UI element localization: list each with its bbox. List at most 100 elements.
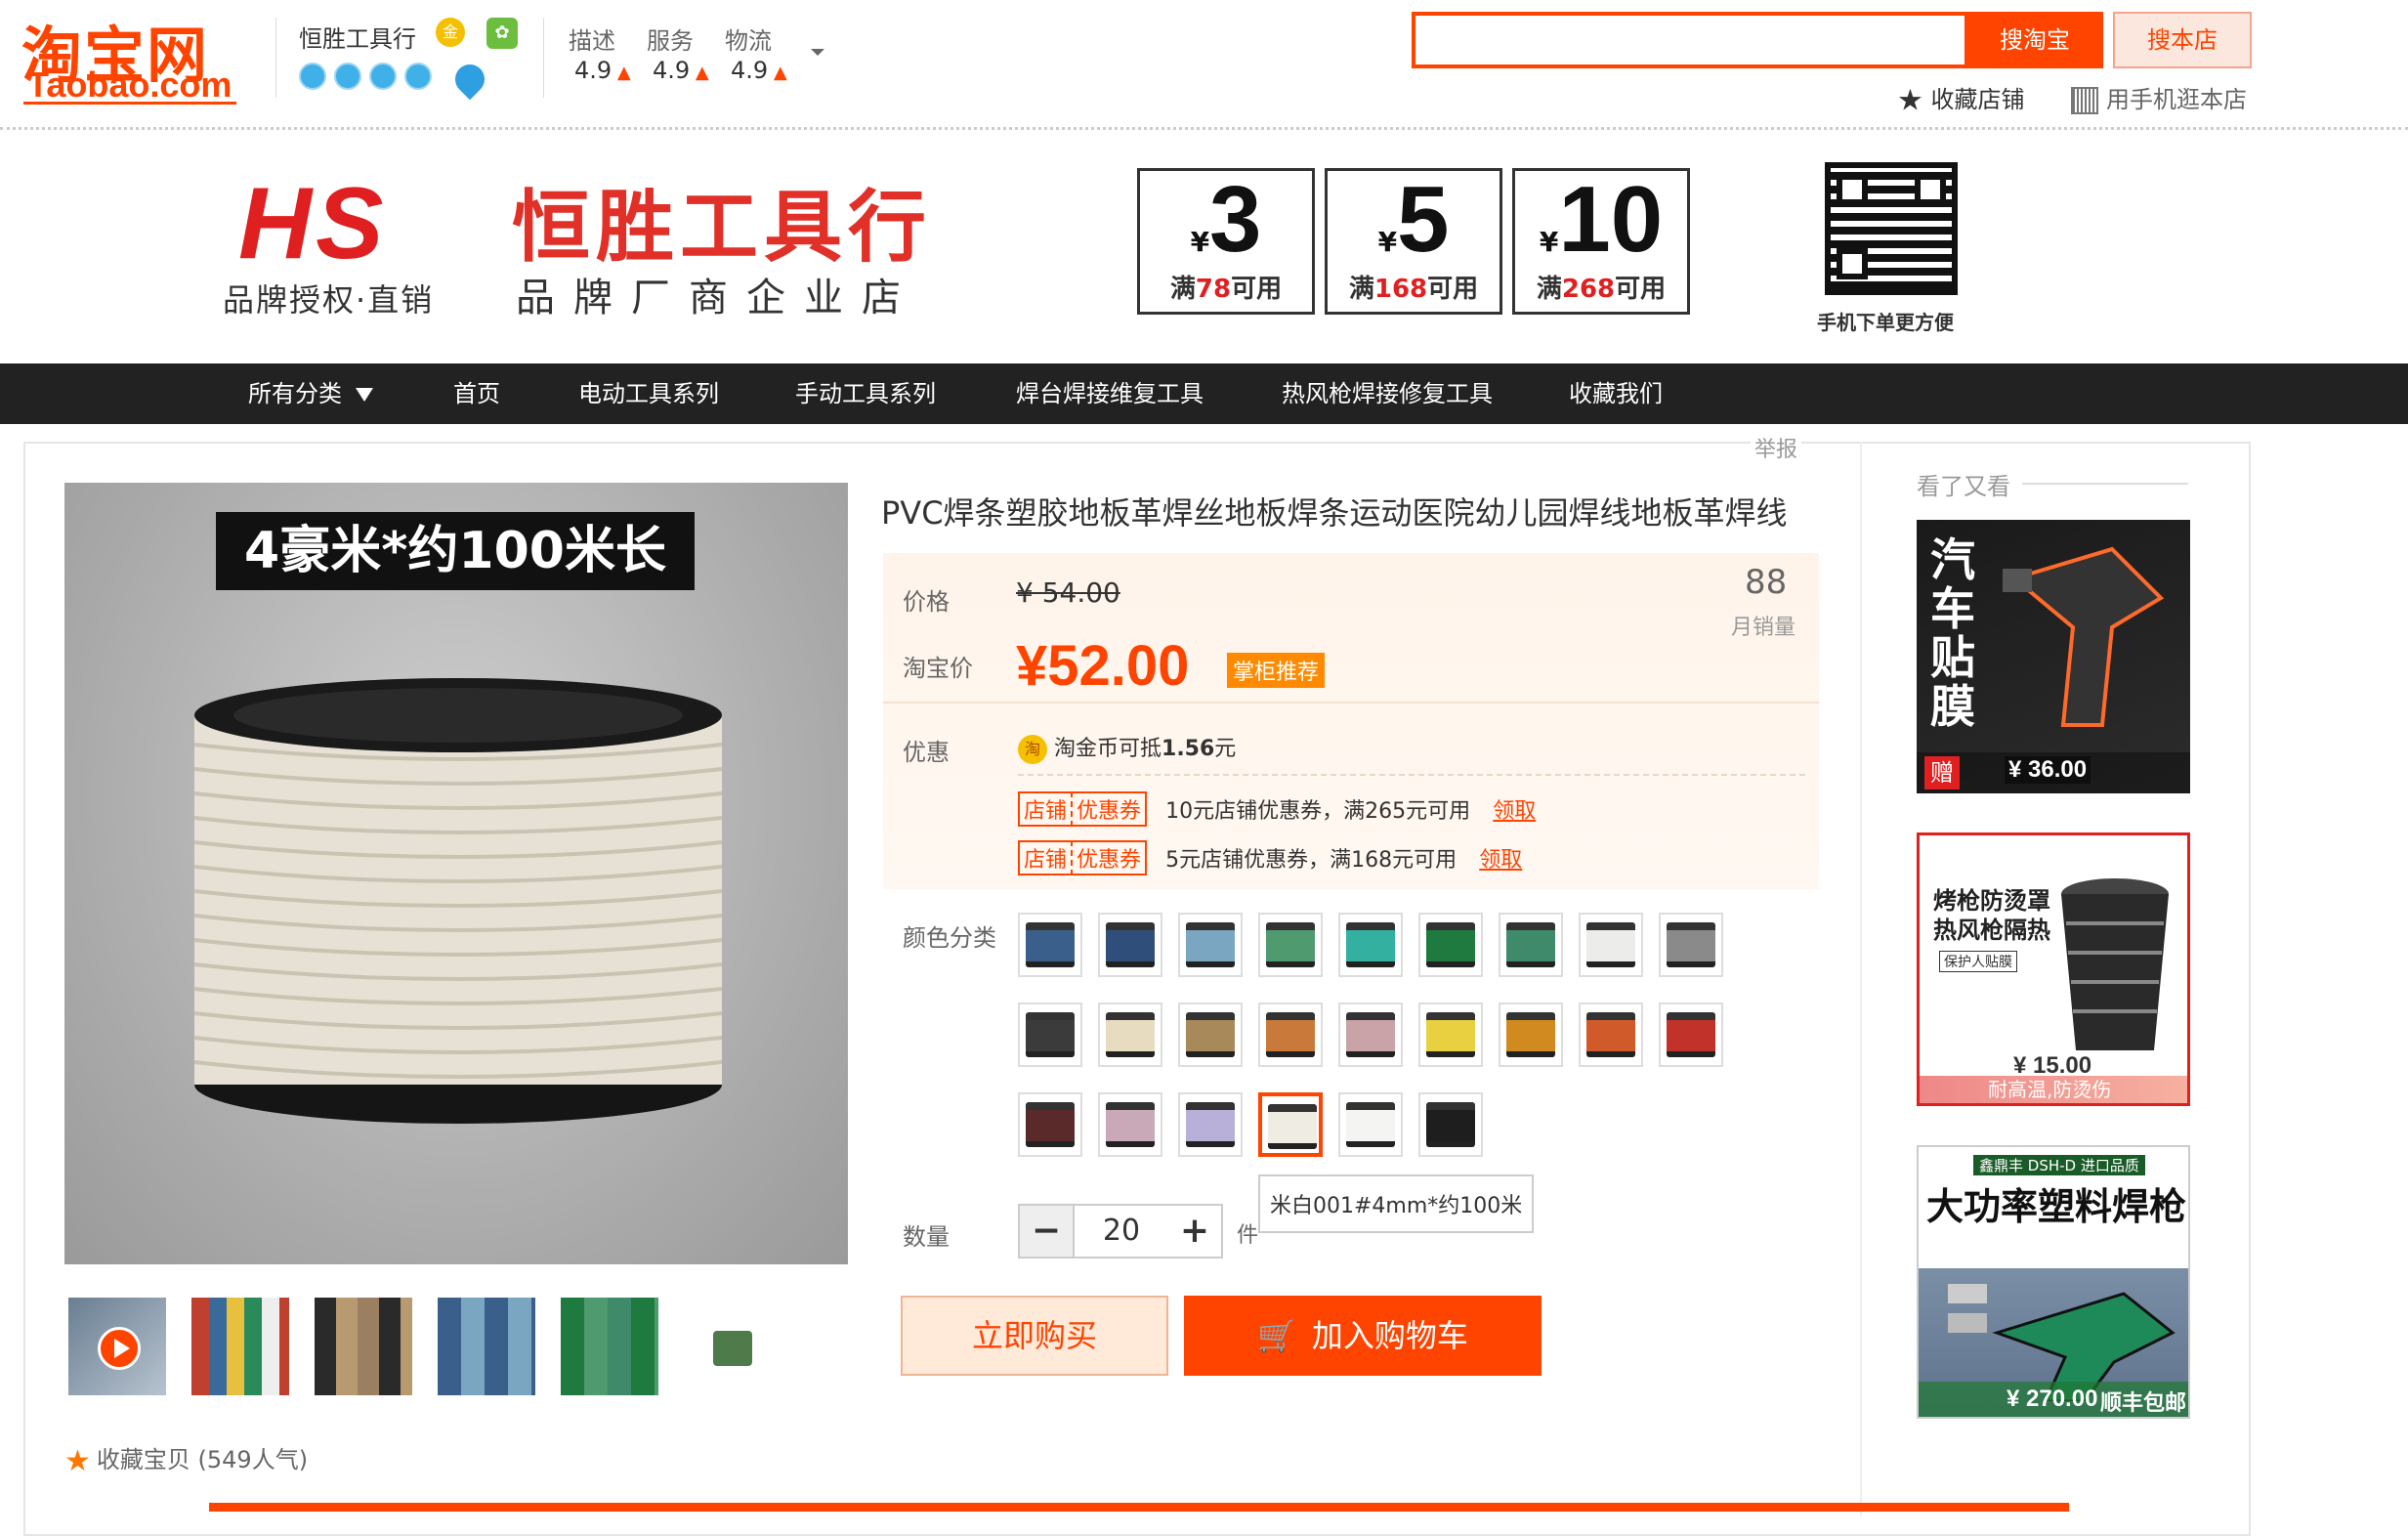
shop-coupon-5[interactable]: ¥5 满168可用 <box>1325 168 1502 315</box>
color-swatch[interactable] <box>1018 1003 1082 1067</box>
color-swatch[interactable] <box>1258 1003 1323 1067</box>
divider <box>1018 774 1809 776</box>
color-swatch[interactable] <box>1418 913 1483 977</box>
thumbnail-video[interactable] <box>68 1298 166 1395</box>
recommend-headline: 汽车贴膜 <box>1930 533 1975 733</box>
chevron-down-icon[interactable] <box>811 49 824 56</box>
color-swatch[interactable] <box>1098 913 1162 977</box>
claim-coupon-link[interactable]: 领取 <box>1479 848 1522 873</box>
star-icon: ★ <box>64 1443 91 1478</box>
search-shop-button[interactable]: 搜本店 <box>2113 12 2252 68</box>
color-swatch[interactable] <box>1258 1092 1323 1157</box>
color-swatch[interactable] <box>1418 1003 1483 1067</box>
thumbnail-image[interactable] <box>191 1298 289 1395</box>
color-swatch[interactable] <box>1178 1092 1243 1157</box>
color-swatch[interactable] <box>1659 1003 1723 1067</box>
quantity-plus-button[interactable]: + <box>1168 1206 1221 1257</box>
swatch-spool-icon <box>1586 1012 1635 1057</box>
crown-icon <box>404 63 432 90</box>
monthly-sales-label: 月销量 <box>1731 616 1796 640</box>
recommend-item-heatgun[interactable]: 汽车贴膜 赠 ¥ 36.00 <box>1917 520 2190 793</box>
favorite-shop-link[interactable]: ★ 收藏店铺 <box>1897 80 2025 118</box>
phone-shop-link[interactable]: 用手机逛本店 <box>2071 80 2247 114</box>
recommend-headline: 大功率塑料焊枪 <box>1926 1185 2187 1228</box>
quantity-stepper: − 20 + <box>1018 1204 1223 1259</box>
recommend-headline: 烤枪防烫罩 热风枪隔热 <box>1933 887 2050 944</box>
divider <box>2022 483 2188 485</box>
recommend-item-welder[interactable]: 鑫鼎丰 DSH-D 进口品质 大功率塑料焊枪 ¥ 270.00 顺丰包邮 <box>1917 1145 2190 1419</box>
color-swatch[interactable] <box>1018 1092 1082 1157</box>
swatch-spool-icon <box>1026 1012 1075 1057</box>
swatch-spool-icon <box>1586 922 1635 967</box>
shop-coupon-10[interactable]: ¥10 满268可用 <box>1512 168 1690 315</box>
nav-bookmark[interactable]: 收藏我们 <box>1569 363 1663 424</box>
buy-now-button[interactable]: 立即购买 <box>901 1296 1168 1376</box>
swatch-spool-icon <box>1186 922 1235 967</box>
product-title: PVC焊条塑胶地板革焊丝地板焊条运动医院幼儿园焊线地板革焊线 <box>881 494 1788 532</box>
search-taobao-button[interactable]: 搜淘宝 <box>1966 12 2103 68</box>
quantity-unit: 件 <box>1237 1223 1259 1248</box>
enterprise-badge-icon: ✿ <box>486 18 518 49</box>
claim-coupon-link[interactable]: 领取 <box>1493 799 1536 824</box>
search-input[interactable] <box>1415 16 1964 64</box>
color-swatch[interactable] <box>1418 1092 1483 1157</box>
taobao-logo-en[interactable]: Taobao.com <box>27 64 232 106</box>
recommend-item-guard[interactable]: 烤枪防烫罩 热风枪隔热 保护人贴膜 耐高温,防烫伤 ¥ 15.00 <box>1917 832 2190 1106</box>
thumbnail-image[interactable] <box>315 1298 412 1395</box>
nav-all-categories[interactable]: 所有分类 <box>248 363 373 424</box>
swatch-spool-icon <box>1506 922 1555 967</box>
crown-icon <box>299 63 326 90</box>
color-swatch[interactable] <box>1499 913 1563 977</box>
rating-label-desc: 描述 <box>569 27 615 55</box>
swatch-spool-icon <box>1026 922 1075 967</box>
swatch-spool-icon <box>1426 1102 1475 1147</box>
shop-coupon-3[interactable]: ¥3 满78可用 <box>1137 168 1315 315</box>
divider <box>543 18 544 98</box>
thumbnail-image[interactable] <box>561 1298 658 1395</box>
swatch-spool-icon <box>1106 1012 1155 1057</box>
color-swatch[interactable] <box>1338 1092 1403 1157</box>
promo-label: 优惠 <box>903 739 950 766</box>
recommend-price: ¥ 15.00 <box>2013 1052 2092 1079</box>
nav-heat-gun[interactable]: 热风枪焊接修复工具 <box>1282 363 1493 424</box>
favorite-item-link[interactable]: ★ 收藏宝贝 (549人气) <box>64 1440 308 1478</box>
color-swatch[interactable] <box>1018 913 1082 977</box>
color-swatch[interactable] <box>1258 913 1323 977</box>
nav-home[interactable]: 首页 <box>453 363 500 424</box>
color-swatch[interactable] <box>1098 1092 1162 1157</box>
color-swatch[interactable] <box>1338 1003 1403 1067</box>
color-swatch[interactable] <box>1579 913 1643 977</box>
color-swatch[interactable] <box>1499 1003 1563 1067</box>
quantity-minus-button[interactable]: − <box>1020 1206 1073 1257</box>
shop-name-link[interactable]: 恒胜工具行 <box>299 20 416 54</box>
bottom-accent-bar <box>209 1503 2069 1512</box>
thumbnail-image[interactable] <box>438 1298 535 1395</box>
qr-code-icon <box>2071 87 2098 114</box>
heat-gun-image <box>2003 546 2165 727</box>
nav-power-tools[interactable]: 电动工具系列 <box>578 363 719 424</box>
color-swatch[interactable] <box>1338 913 1403 977</box>
color-swatch[interactable] <box>1579 1003 1643 1067</box>
search-field[interactable] <box>1412 12 1968 68</box>
add-to-cart-button[interactable]: 🛒 加入购物车 <box>1184 1296 1542 1376</box>
nav-hand-tools[interactable]: 手动工具系列 <box>795 363 936 424</box>
cart-icon: 🛒 <box>1257 1317 1296 1354</box>
recommend-tag: 保护人贴膜 <box>1939 951 2017 972</box>
shop-logo-subtitle: 品牌授权·直销 <box>223 281 435 319</box>
logo-underline <box>23 102 236 105</box>
report-link[interactable]: 举报 <box>1751 432 1802 463</box>
recommend-brand: 鑫鼎丰 DSH-D 进口品质 <box>1973 1155 2145 1175</box>
color-swatch[interactable] <box>1659 913 1723 977</box>
color-swatch[interactable] <box>1098 1003 1162 1067</box>
swatch-spool-icon <box>1266 1012 1315 1057</box>
thumbnail-image[interactable] <box>684 1298 782 1395</box>
color-swatch[interactable] <box>1178 1003 1243 1067</box>
current-price: ¥52.00 <box>1016 634 1190 698</box>
main-product-image[interactable]: 4豪米*约100米长 <box>64 483 848 1264</box>
color-label: 颜色分类 <box>903 924 996 952</box>
color-swatch[interactable] <box>1178 913 1243 977</box>
quantity-input[interactable]: 20 <box>1073 1206 1170 1257</box>
taobao-price-label: 淘宝价 <box>903 655 973 682</box>
nav-soldering[interactable]: 焊台焊接维复工具 <box>1016 363 1204 424</box>
shop-logo[interactable]: HS <box>238 166 387 282</box>
